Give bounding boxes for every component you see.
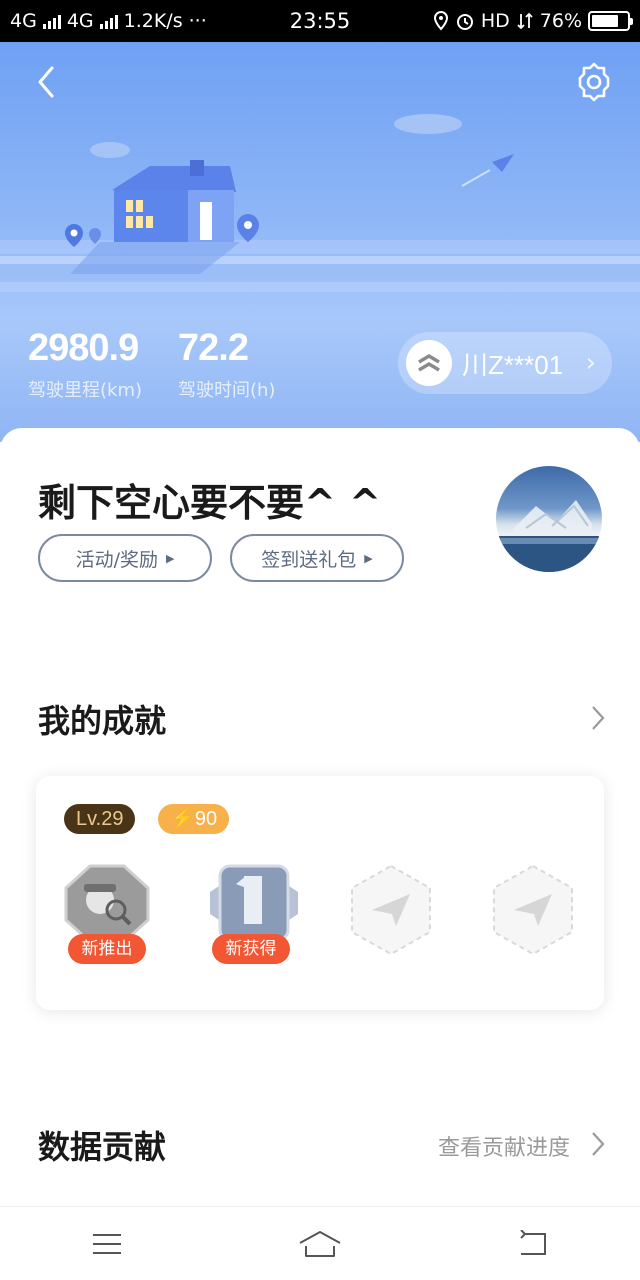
system-nav-bar: [0, 1206, 640, 1280]
data-contribution-title: 数据贡献: [38, 1128, 167, 1166]
menu-icon: [92, 1233, 121, 1254]
medal-tag-newly-earned: 新获得: [212, 934, 290, 964]
data-arrows-icon: [517, 12, 533, 30]
chevron-right-icon[interactable]: [590, 704, 606, 732]
triangle-right-icon: ▶: [364, 551, 373, 565]
points-badge: ⚡90: [158, 804, 230, 834]
username: 剩下空心要不要^ ^: [38, 481, 381, 525]
home-icon: [299, 1230, 341, 1257]
status-bar: 4G 4G 1.2K/s ··· 23:55 HD 76%: [0, 0, 640, 42]
back-icon[interactable]: [28, 62, 68, 102]
view-contribution-progress-link[interactable]: 查看贡献进度: [438, 1130, 570, 1162]
battery-icon: [588, 11, 633, 31]
drive-time-value: 72.2: [178, 327, 249, 369]
home-button[interactable]: [290, 1214, 350, 1274]
achievements-card[interactable]: Lv.29 ⚡90 新推出 新获得: [36, 776, 604, 1010]
level-badge: Lv.29: [64, 804, 136, 834]
alarm-icon: [456, 14, 473, 30]
return-icon: [520, 1229, 547, 1255]
plate-number: 川Z***01: [462, 349, 564, 380]
mileage-value: 2980.9: [28, 327, 139, 369]
car-brand-logo-icon: [406, 340, 452, 386]
signal-icon: [42, 13, 61, 29]
drive-time-stat: 72.2 驾驶时间(h): [178, 327, 275, 402]
lightning-icon: ⚡: [170, 808, 195, 830]
triangle-right-icon: ▶: [165, 551, 175, 565]
activity-rewards-label: 活动/奖励: [75, 548, 158, 571]
signin-gift-label: 签到送礼包: [261, 548, 357, 571]
chevron-right-icon: ›: [585, 348, 596, 378]
activity-rewards-button[interactable]: 活动/奖励 ▶: [38, 534, 212, 582]
network-type-1: 4G: [10, 10, 37, 32]
chevron-right-icon[interactable]: [590, 1130, 606, 1158]
medal-tag-new-launch: 新推出: [68, 934, 146, 964]
menu-button[interactable]: [77, 1214, 137, 1274]
signin-gift-button[interactable]: 签到送礼包 ▶: [230, 534, 404, 582]
network-type-2: 4G: [66, 10, 94, 32]
achievements-title: 我的成就: [38, 702, 167, 740]
clock: 23:55: [289, 9, 351, 33]
locked-plane-medal-icon[interactable]: [348, 862, 448, 972]
signal-icon: [99, 13, 118, 29]
profile-content: 剩下空心要不要^ ^ 活动/奖励 ▶ 签到送礼包 ▶ 我的成就 Lv.29 ⚡9…: [0, 428, 640, 1208]
battery-percent: 76%: [539, 10, 582, 32]
avatar[interactable]: [496, 466, 602, 572]
gear-icon[interactable]: [572, 60, 616, 104]
back-nav-button[interactable]: [503, 1214, 563, 1274]
detective-medal-icon[interactable]: 新推出: [64, 862, 164, 972]
license-plate-button[interactable]: 川Z***01 ›: [398, 332, 612, 394]
location-icon: [433, 11, 448, 31]
network-speed: 1.2K/s: [123, 10, 183, 32]
more-dots: ···: [188, 10, 207, 32]
points-value: 90: [194, 808, 218, 830]
mileage-label: 驾驶里程(km): [28, 380, 143, 401]
number-one-medal-icon[interactable]: 新获得: [206, 862, 306, 972]
locked-plane-medal-icon[interactable]: [490, 862, 590, 972]
drive-time-label: 驾驶时间(h): [178, 380, 276, 401]
mileage-stat: 2980.9 驾驶里程(km): [28, 327, 142, 402]
header-banner: 2980.9 驾驶里程(km) 72.2 驾驶时间(h) 川Z***01 ›: [0, 42, 640, 442]
house-illustration: [0, 114, 640, 292]
hd-label: HD: [480, 10, 510, 32]
